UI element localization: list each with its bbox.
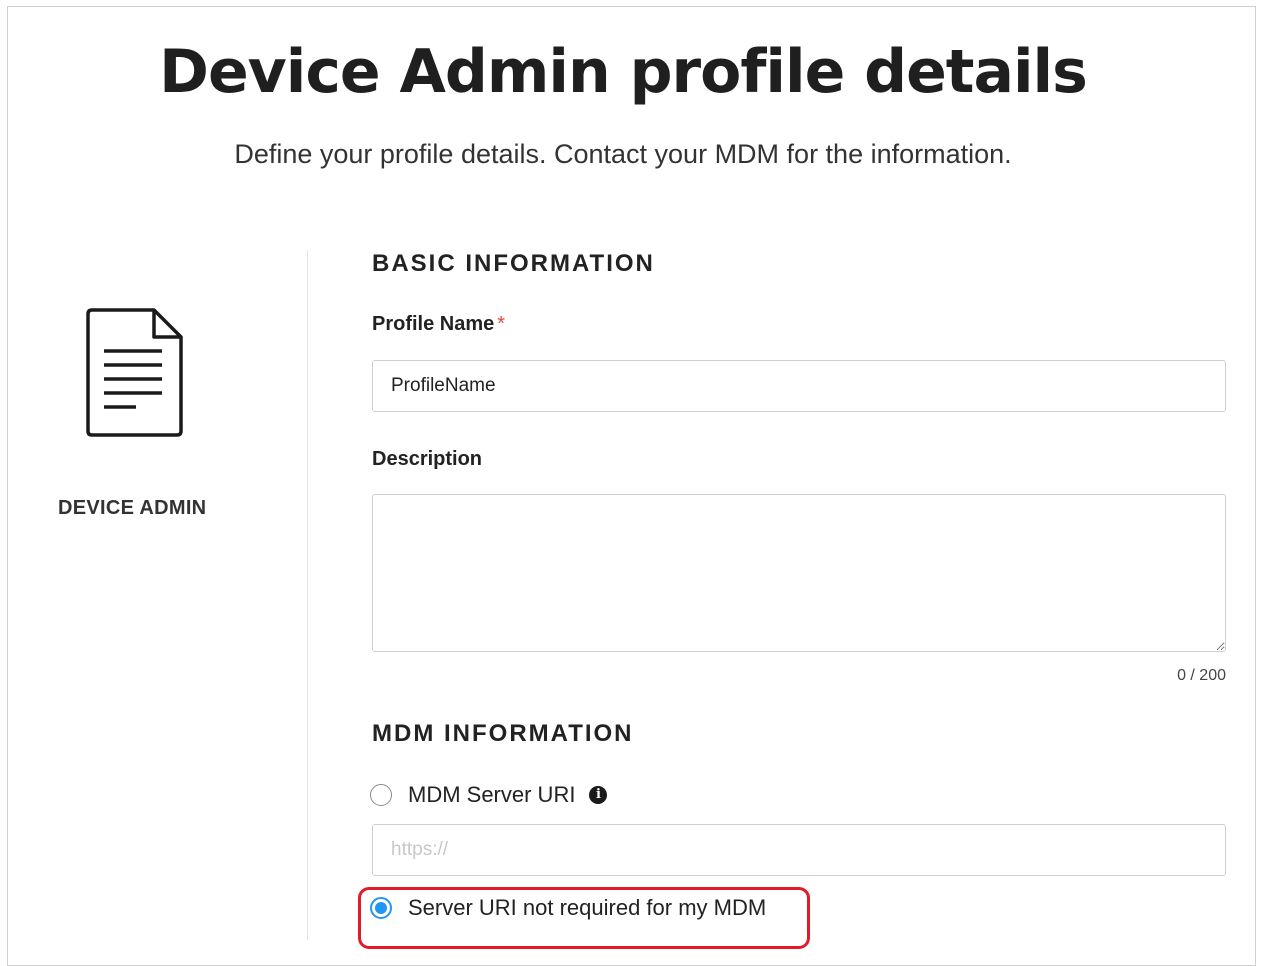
page-subtitle: Define your profile details. Contact you…: [234, 139, 1012, 169]
mdm-server-uri-radio[interactable]: [370, 784, 392, 806]
profile-name-label: Profile Name *: [372, 313, 505, 336]
highlight-annotation: [358, 887, 810, 949]
profile-type-label: DEVICE ADMIN: [58, 497, 207, 519]
description-textarea[interactable]: [372, 494, 1226, 652]
profile-name-label-text: Profile Name: [372, 313, 495, 335]
description-char-counter: 0 / 200: [1177, 667, 1226, 684]
profile-details-panel: Device Admin profile details Define your…: [7, 6, 1256, 966]
required-marker: *: [497, 313, 506, 335]
vertical-divider: [307, 250, 308, 940]
mdm-server-uri-option[interactable]: MDM Server URI i: [370, 778, 608, 812]
mdm-server-uri-label: MDM Server URI: [408, 782, 576, 807]
mdm-server-uri-input[interactable]: [372, 824, 1226, 876]
mdm-information-heading: MDM INFORMATION: [372, 720, 634, 747]
profile-name-input[interactable]: [372, 360, 1226, 412]
page-title: Device Admin profile details: [159, 37, 1088, 107]
info-icon[interactable]: i: [589, 786, 608, 804]
description-label: Description: [372, 448, 483, 470]
document-icon: [86, 308, 183, 437]
profile-type-panel: DEVICE ADMIN: [48, 297, 288, 547]
basic-information-heading: BASIC INFORMATION: [372, 250, 655, 277]
